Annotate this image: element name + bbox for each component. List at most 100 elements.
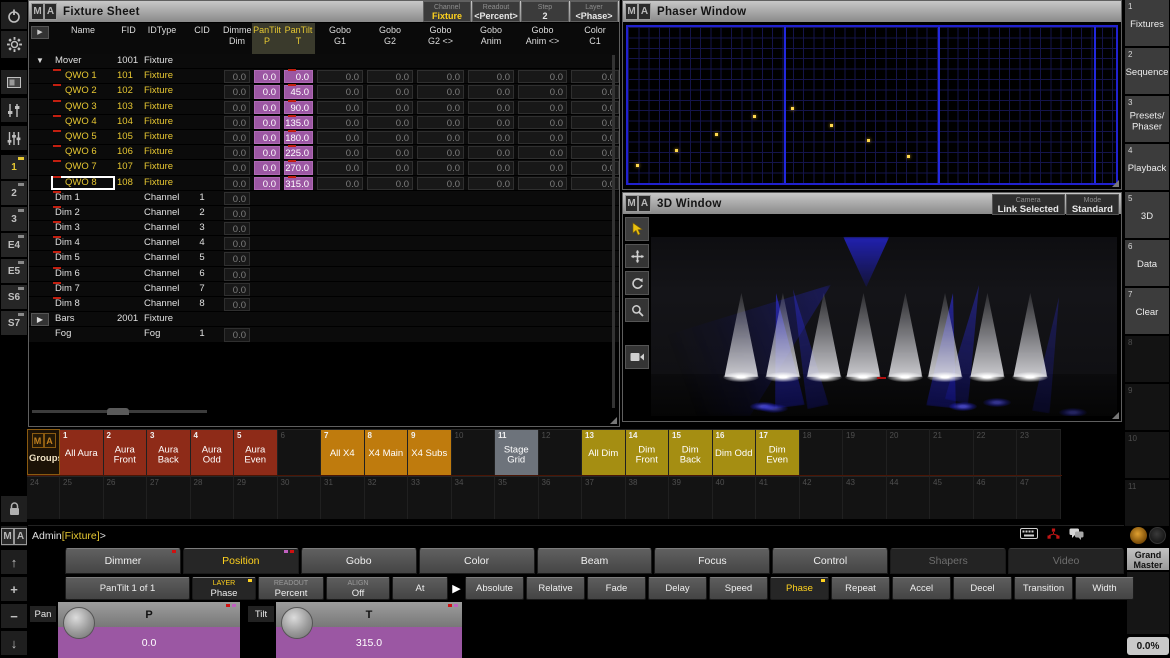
button-percent[interactable]: READOUTPercent (258, 577, 324, 600)
cell-name[interactable]: QWO 3 (51, 100, 115, 114)
cell-cid[interactable] (182, 115, 222, 129)
row-expand-arrow[interactable] (29, 84, 51, 98)
cell-idtype[interactable]: Fixture (142, 100, 182, 114)
cell-g2[interactable] (365, 327, 415, 341)
sidebar-view-sequence[interactable]: 2Sequence (1125, 48, 1169, 96)
cell-fid[interactable] (115, 267, 142, 281)
group-all-x4[interactable]: 7All X4 (321, 429, 365, 475)
group-10[interactable]: 10 (452, 429, 496, 475)
cell-p[interactable]: 0.0 (252, 100, 282, 114)
row-expand-arrow[interactable]: ▶ (29, 312, 51, 326)
cell-idtype[interactable]: Channel (142, 191, 182, 205)
cell-p[interactable] (252, 191, 282, 205)
column-header-gobo[interactable]: GoboAnim <> (516, 23, 569, 54)
cell-anim[interactable] (466, 267, 516, 281)
cell-t[interactable] (282, 236, 315, 250)
tab-gobo[interactable]: Gobo (301, 548, 417, 574)
cell-name[interactable]: QWO 6 (51, 145, 115, 159)
cell-g2[interactable] (365, 191, 415, 205)
cell-cid[interactable] (182, 312, 222, 326)
cell-g1[interactable] (315, 191, 365, 205)
column-header-gobo[interactable]: GoboG2 <> (415, 23, 466, 54)
cell-anims[interactable]: 0.0 (516, 130, 569, 144)
sidebar-view-presets-phaser[interactable]: 3Presets/ Phaser (1125, 96, 1169, 144)
column-header-name[interactable]: Name (51, 23, 115, 54)
cell-anim[interactable] (466, 327, 516, 341)
cell-fid[interactable]: 103 (115, 100, 142, 114)
button-decel[interactable]: Decel (953, 577, 1012, 600)
cell-dim[interactable]: 0.0 (222, 327, 252, 341)
fixture-row-qwo-7[interactable]: QWO 7107Fixture0.00.0270.00.00.00.00.00.… (29, 160, 619, 175)
camera-tool-button[interactable] (625, 345, 649, 369)
cell-name[interactable]: QWO 2 (51, 84, 115, 98)
cell-idtype[interactable]: Channel (142, 221, 182, 235)
cell-g2[interactable] (365, 251, 415, 265)
cell-dim[interactable]: 0.0 (222, 160, 252, 174)
cell-anim[interactable] (466, 297, 516, 311)
resize-handle[interactable] (1112, 180, 1119, 187)
cell-g1[interactable]: 0.0 (315, 160, 365, 174)
keyboard-icon[interactable] (1020, 528, 1038, 539)
trackball-icon[interactable] (1149, 527, 1166, 544)
cell-g1[interactable]: 0.0 (315, 100, 365, 114)
cell-cid[interactable]: 1 (182, 191, 222, 205)
cell-fid[interactable] (115, 221, 142, 235)
cell-dim[interactable]: 0.0 (222, 282, 252, 296)
fixture-row-dim-7[interactable]: Dim 7Channel70.0 (29, 282, 619, 297)
cell-fid[interactable]: 104 (115, 115, 142, 129)
cell-cid[interactable] (182, 176, 222, 190)
setup-button[interactable] (1, 31, 27, 59)
button-phase[interactable]: Phase (770, 577, 829, 600)
column-header-dimmer[interactable]: DimmerDim (222, 23, 252, 54)
column-header-pantilt[interactable]: PanTiltT (282, 23, 315, 54)
cell-g2s[interactable] (415, 327, 466, 341)
wheel-glow-icon[interactable] (1130, 527, 1147, 544)
button-off[interactable]: ALIGNOff (326, 577, 390, 600)
cell-p[interactable] (252, 267, 282, 281)
cell-g2s[interactable] (415, 54, 466, 68)
cell-anim[interactable] (466, 221, 516, 235)
group-dim-odd[interactable]: 16Dim Odd (713, 429, 757, 475)
group-aura-front[interactable]: 2Aura Front (104, 429, 148, 475)
cell-anim[interactable]: 0.0 (466, 145, 516, 159)
group-x4-subs[interactable]: 9X4 Subs (408, 429, 452, 475)
cell-cid[interactable]: 3 (182, 221, 222, 235)
row-expand-arrow[interactable] (29, 221, 51, 235)
row-expand-arrow[interactable] (29, 297, 51, 311)
fixture-row-dim-2[interactable]: Dim 2Channel20.0 (29, 206, 619, 221)
column-header-cid[interactable]: CID (182, 23, 222, 54)
group-31[interactable]: 31 (321, 476, 365, 519)
cell-fid[interactable] (115, 251, 142, 265)
encoder-pan[interactable]: P0.0 (58, 602, 240, 658)
tab-video[interactable]: Video (1008, 548, 1124, 574)
fixture-row-qwo-1[interactable]: QWO 1101Fixture0.00.00.00.00.00.00.00.00… (29, 69, 619, 84)
cell-t[interactable] (282, 221, 315, 235)
fixture-row-mover[interactable]: ▼Mover1001Fixture (29, 54, 619, 69)
group-stage-grid[interactable]: 11Stage Grid (495, 429, 539, 475)
cell-anims[interactable]: 0.0 (516, 100, 569, 114)
chat-icon[interactable] (1069, 528, 1084, 540)
cell-t[interactable]: 270.0 (282, 160, 315, 174)
cell-p[interactable] (252, 236, 282, 250)
cell-t[interactable]: 180.0 (282, 130, 315, 144)
cell-g2s[interactable]: 0.0 (415, 160, 466, 174)
windows-button[interactable] (1, 70, 27, 95)
cell-g2[interactable]: 0.0 (365, 115, 415, 129)
cell-cid[interactable] (182, 54, 222, 68)
button-delay[interactable]: Delay (648, 577, 707, 600)
sidebar-view-clear[interactable]: 7Clear (1125, 288, 1169, 336)
cell-cid[interactable]: 7 (182, 282, 222, 296)
button-relative[interactable]: Relative (526, 577, 585, 600)
tab-focus[interactable]: Focus (654, 548, 770, 574)
cell-idtype[interactable]: Fixture (142, 160, 182, 174)
cell-dim[interactable]: 0.0 (222, 84, 252, 98)
group-23[interactable]: 23 (1017, 429, 1061, 475)
fixture-row-qwo-2[interactable]: QWO 2102Fixture0.00.045.00.00.00.00.00.0… (29, 84, 619, 99)
cell-name[interactable]: Dim 1 (51, 191, 115, 205)
group-dim-front[interactable]: 14Dim Front (626, 429, 670, 475)
power-button[interactable] (1, 2, 27, 30)
grand-master-value[interactable]: 0.0% (1127, 637, 1169, 655)
cell-idtype[interactable]: Fixture (142, 84, 182, 98)
column-header-idtype[interactable]: IDType (142, 23, 182, 54)
cell-cid[interactable]: 8 (182, 297, 222, 311)
